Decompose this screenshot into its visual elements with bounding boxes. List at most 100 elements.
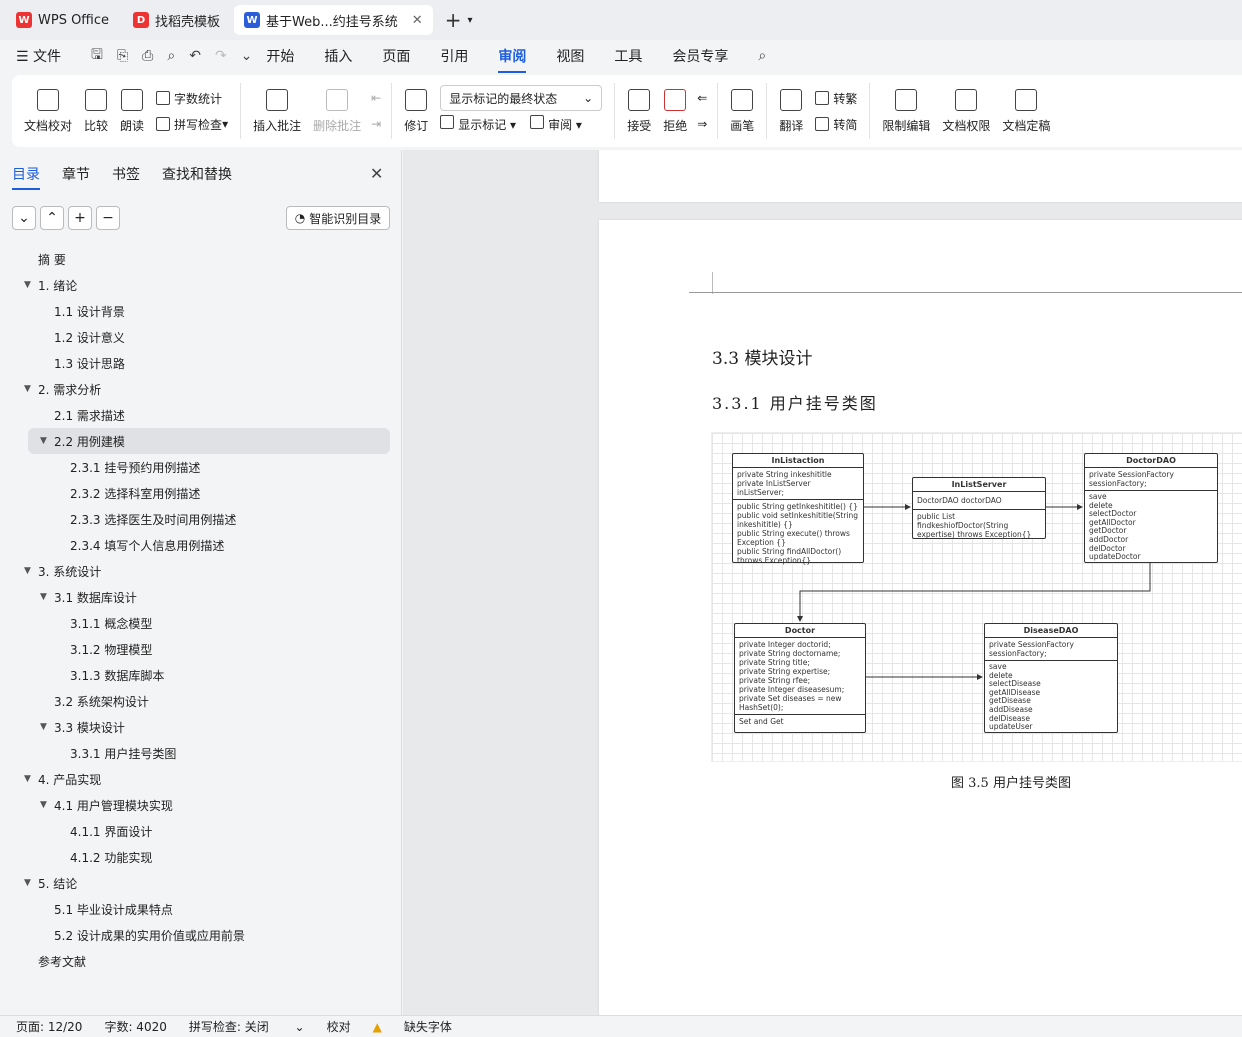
insert-comment-button[interactable]: 插入批注 bbox=[253, 88, 301, 134]
toc-item[interactable]: ▼ 2.2 用例建模 bbox=[28, 428, 390, 454]
save-icon[interactable]: 🖫 bbox=[91, 44, 103, 68]
toc-item[interactable]: 摘 要 bbox=[0, 246, 402, 272]
panel-tab-chapter[interactable]: 章节 bbox=[62, 164, 90, 184]
next-change-icon[interactable]: ⇒ bbox=[697, 111, 707, 137]
expand-triangle-icon[interactable]: ▼ bbox=[40, 436, 47, 446]
file-menu[interactable]: ☰ 文件 bbox=[16, 46, 61, 66]
missing-font-status[interactable]: ▲ 缺失字体 bbox=[373, 1018, 474, 1035]
prev-change-icon[interactable]: ⇐ bbox=[697, 85, 707, 111]
toc-item[interactable]: 2.3.3 选择医生及时间用例描述 bbox=[0, 506, 402, 532]
document-canvas[interactable]: 3.3 模块设计 3.3.1 用户挂号类图 InListaction priva… bbox=[403, 150, 1242, 1015]
toc-item[interactable]: ▼ 4. 产品实现 bbox=[0, 766, 402, 792]
tab-docer[interactable]: D 找稻壳模板 bbox=[123, 5, 230, 35]
toc-item[interactable]: 1.1 设计背景 bbox=[0, 298, 402, 324]
expand-triangle-icon[interactable]: ▼ bbox=[24, 774, 31, 784]
toc-item[interactable]: 5.2 设计成果的实用价值或应用前景 bbox=[0, 922, 402, 948]
toc-item[interactable]: 3.1.1 概念模型 bbox=[0, 610, 402, 636]
toc-item[interactable]: 参考文献 bbox=[0, 948, 402, 974]
toc-item[interactable]: ▼ 2. 需求分析 bbox=[0, 376, 402, 402]
to-simplified-button[interactable]: 转简 bbox=[815, 111, 857, 137]
proofread-button[interactable]: 文档校对 bbox=[24, 88, 72, 134]
panel-tab-find-replace[interactable]: 查找和替换 bbox=[162, 164, 232, 184]
menu-start[interactable]: 开始 bbox=[266, 46, 294, 66]
menu-insert[interactable]: 插入 bbox=[324, 46, 352, 66]
track-changes-button[interactable]: 修订 bbox=[404, 88, 428, 134]
toc-item[interactable]: 3.1.2 物理模型 bbox=[0, 636, 402, 662]
word-count-button[interactable]: 字数统计 bbox=[156, 85, 228, 111]
expand-triangle-icon[interactable]: ▼ bbox=[40, 722, 47, 732]
finalize-button[interactable]: 文档定稿 bbox=[1002, 88, 1050, 134]
toc-item[interactable]: ▼ 1. 绪论 bbox=[0, 272, 402, 298]
toc-item[interactable]: 4.1.2 功能实现 bbox=[0, 844, 402, 870]
expand-triangle-icon[interactable]: ▼ bbox=[40, 592, 47, 602]
collapse-up-icon[interactable]: ⌃ bbox=[40, 206, 64, 230]
show-markup-button[interactable]: 显示标记 ▾ bbox=[440, 115, 516, 133]
next-comment-icon[interactable]: ⇥ bbox=[371, 111, 381, 137]
compare-button[interactable]: 比较 bbox=[84, 88, 108, 134]
accept-button[interactable]: 接受 bbox=[627, 88, 651, 134]
toc-item[interactable]: 2.3.4 填写个人信息用例描述 bbox=[0, 532, 402, 558]
expand-triangle-icon[interactable]: ▼ bbox=[24, 878, 31, 888]
toc-item[interactable]: ▼ 3.3 模块设计 bbox=[0, 714, 402, 740]
remove-icon[interactable]: − bbox=[96, 206, 120, 230]
review-pane-button[interactable]: 审阅 ▾ bbox=[530, 115, 582, 133]
doc-permission-button[interactable]: 文档权限 bbox=[942, 88, 990, 134]
toc-item[interactable]: 2.1 需求描述 bbox=[0, 402, 402, 428]
expand-triangle-icon[interactable]: ▼ bbox=[24, 384, 31, 394]
toc-item[interactable]: 1.3 设计思路 bbox=[0, 350, 402, 376]
restrict-edit-button[interactable]: 限制编辑 bbox=[882, 88, 930, 134]
spellcheck-button[interactable]: 拼写检查 ▾ bbox=[156, 111, 228, 137]
toc-item[interactable]: ▼ 4.1 用户管理模块实现 bbox=[0, 792, 402, 818]
translate-button[interactable]: 翻译 bbox=[779, 88, 803, 134]
delete-comment-button[interactable]: 删除批注 bbox=[313, 88, 361, 134]
menu-tools[interactable]: 工具 bbox=[614, 46, 642, 66]
display-state-select[interactable]: 显示标记的最终状态 ⌄ bbox=[440, 85, 603, 111]
toc-item[interactable]: 1.2 设计意义 bbox=[0, 324, 402, 350]
smart-toc-button[interactable]: ◔ 智能识别目录 bbox=[286, 206, 390, 230]
tab-wps-office[interactable]: W WPS Office bbox=[6, 5, 119, 35]
panel-tab-toc[interactable]: 目录 bbox=[12, 164, 40, 190]
expand-triangle-icon[interactable]: ▼ bbox=[24, 280, 31, 290]
tab-document[interactable]: W 基于Web...约挂号系统 ✕ bbox=[234, 5, 433, 35]
word-count-indicator[interactable]: 字数: 4020 bbox=[104, 1018, 166, 1035]
new-tab-icon[interactable]: + bbox=[445, 8, 462, 32]
to-traditional-button[interactable]: 转繁 bbox=[815, 85, 857, 111]
print-preview-icon[interactable]: ⌕ bbox=[167, 48, 175, 64]
spellcheck-toggle[interactable]: 拼写检查: 关闭 ⌄ bbox=[189, 1018, 305, 1035]
chevron-down-icon[interactable]: ▾ bbox=[467, 15, 472, 26]
add-icon[interactable]: + bbox=[68, 206, 92, 230]
more-chevron-icon[interactable]: ⌄ bbox=[241, 48, 253, 64]
undo-icon[interactable]: ↶ bbox=[189, 48, 201, 64]
prev-comment-icon[interactable]: ⇤ bbox=[371, 85, 381, 111]
read-aloud-button[interactable]: 朗读 bbox=[120, 88, 144, 134]
menu-review[interactable]: 审阅 bbox=[498, 46, 527, 73]
toc-item[interactable]: 2.3.2 选择科室用例描述 bbox=[0, 480, 402, 506]
reject-button[interactable]: 拒绝 bbox=[663, 88, 687, 134]
toc-item[interactable]: 3.3.1 用户挂号类图 bbox=[0, 740, 402, 766]
expand-triangle-icon[interactable]: ▼ bbox=[40, 800, 47, 810]
menu-reference[interactable]: 引用 bbox=[440, 46, 468, 66]
expand-down-icon[interactable]: ⌄ bbox=[12, 206, 36, 230]
proofread-status[interactable]: 校对 bbox=[327, 1018, 351, 1035]
print-icon[interactable]: ⎙ bbox=[142, 48, 153, 64]
toc-item[interactable]: 3.2 系统架构设计 bbox=[0, 688, 402, 714]
toc-item[interactable]: ▼ 3.1 数据库设计 bbox=[0, 584, 402, 610]
pen-button[interactable]: 画笔 bbox=[730, 88, 754, 134]
toc-item[interactable]: 5.1 毕业设计成果特点 bbox=[0, 896, 402, 922]
menu-page[interactable]: 页面 bbox=[382, 46, 410, 66]
toc-item[interactable]: 3.1.3 数据库脚本 bbox=[0, 662, 402, 688]
toc-item[interactable]: 4.1.1 界面设计 bbox=[0, 818, 402, 844]
close-panel-icon[interactable]: ✕ bbox=[370, 164, 383, 183]
toc-item[interactable]: ▼ 3. 系统设计 bbox=[0, 558, 402, 584]
toc-item[interactable]: 2.3.1 挂号预约用例描述 bbox=[0, 454, 402, 480]
search-icon[interactable]: ⌕ bbox=[758, 48, 766, 64]
redo-icon[interactable]: ↷ bbox=[215, 48, 227, 64]
toc-item[interactable]: ▼ 5. 结论 bbox=[0, 870, 402, 896]
panel-tab-bookmark[interactable]: 书签 bbox=[112, 164, 140, 184]
share-icon[interactable]: ⎘ bbox=[117, 48, 128, 64]
menu-member[interactable]: 会员专享 bbox=[672, 46, 728, 66]
close-tab-icon[interactable]: ✕ bbox=[412, 13, 423, 28]
menu-view[interactable]: 视图 bbox=[556, 46, 584, 66]
page-indicator[interactable]: 页面: 12/20 bbox=[16, 1018, 82, 1035]
expand-triangle-icon[interactable]: ▼ bbox=[24, 566, 31, 576]
